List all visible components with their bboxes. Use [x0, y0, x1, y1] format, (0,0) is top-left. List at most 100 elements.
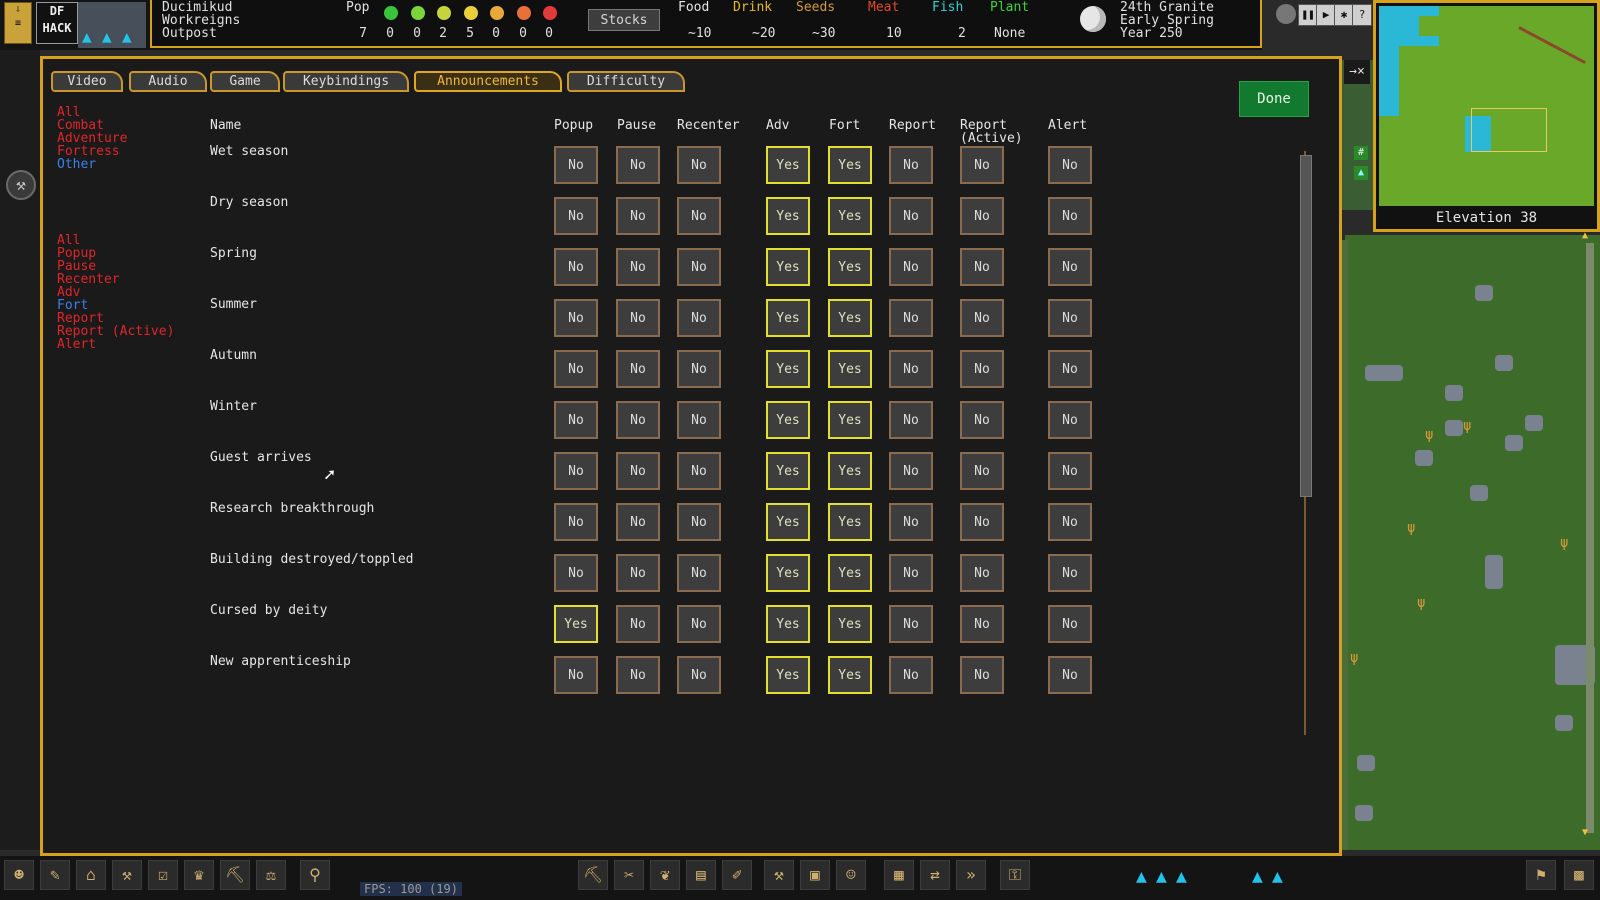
- toggle-popup-button[interactable]: No: [554, 452, 598, 490]
- toggle-adv-button[interactable]: Yes: [766, 554, 810, 592]
- toggle-popup-button[interactable]: No: [554, 656, 598, 694]
- search-icon[interactable]: ⚲: [300, 860, 330, 890]
- toggle-popup-button[interactable]: No: [554, 503, 598, 541]
- scroll-thumb[interactable]: [1300, 155, 1312, 497]
- toggle-recenter-button[interactable]: No: [677, 605, 721, 643]
- toggle-adv-button[interactable]: Yes: [766, 401, 810, 439]
- toggle-recenter-button[interactable]: No: [677, 146, 721, 184]
- close-map-icon[interactable]: →×: [1344, 60, 1370, 84]
- toggle-pause-button[interactable]: No: [616, 299, 660, 337]
- toggle-popup-button[interactable]: No: [554, 299, 598, 337]
- toggle-adv-button[interactable]: Yes: [766, 605, 810, 643]
- toggle-alert-button[interactable]: No: [1048, 503, 1092, 541]
- toggle-alert-button[interactable]: No: [1048, 452, 1092, 490]
- toggle-recenter-button[interactable]: No: [677, 197, 721, 235]
- toggle-fort-button[interactable]: Yes: [828, 656, 872, 694]
- toggle-alert-button[interactable]: No: [1048, 248, 1092, 286]
- toggle-popup-button[interactable]: No: [554, 197, 598, 235]
- toggle-alert-button[interactable]: No: [1048, 401, 1092, 439]
- filter-alert[interactable]: Alert: [57, 338, 96, 351]
- stressed-face-icon[interactable]: [490, 6, 504, 20]
- toggle-recenter-button[interactable]: No: [677, 350, 721, 388]
- population-label[interactable]: Pop: [346, 1, 369, 14]
- toggle-popup-button[interactable]: No: [554, 248, 598, 286]
- toggle-report-button[interactable]: No: [889, 656, 933, 694]
- map-scrollbar[interactable]: [1586, 243, 1594, 833]
- scroll-down-icon[interactable]: ▼: [1582, 827, 1588, 838]
- toggle-adv-button[interactable]: Yes: [766, 656, 810, 694]
- tab-game[interactable]: Game: [210, 71, 280, 92]
- toggle-adv-button[interactable]: Yes: [766, 248, 810, 286]
- dialog-scrollbar[interactable]: [1298, 145, 1312, 745]
- toggle-popup-button[interactable]: No: [554, 554, 598, 592]
- toggle-pause-button[interactable]: No: [616, 401, 660, 439]
- toggle-fort-button[interactable]: Yes: [828, 605, 872, 643]
- unhappy-face-icon[interactable]: [517, 6, 531, 20]
- toggle-report-active-button[interactable]: No: [960, 299, 1004, 337]
- toggle-recenter-button[interactable]: No: [677, 401, 721, 439]
- toggle-alert-button[interactable]: No: [1048, 656, 1092, 694]
- minimap-viewport[interactable]: [1471, 108, 1547, 152]
- fast-forward-icon[interactable]: »: [956, 860, 986, 890]
- toggle-alert-button[interactable]: No: [1048, 554, 1092, 592]
- filter-other[interactable]: Other: [57, 158, 96, 171]
- toggle-adv-button[interactable]: Yes: [766, 452, 810, 490]
- chop-icon[interactable]: ✂: [614, 860, 644, 890]
- stocks-button[interactable]: Stocks: [588, 9, 660, 31]
- toggle-report-active-button[interactable]: No: [960, 503, 1004, 541]
- toggle-alert-button[interactable]: No: [1048, 146, 1092, 184]
- tab-video[interactable]: Video: [51, 71, 123, 92]
- hammer-icon[interactable]: ⚒: [112, 860, 142, 890]
- game-map-view[interactable]: ψ ψ ψ ψ ψ ψ ψ ▲ ▼: [1335, 230, 1600, 850]
- tab-audio[interactable]: Audio: [129, 71, 207, 92]
- toggle-pause-button[interactable]: No: [616, 554, 660, 592]
- toggle-report-button[interactable]: No: [889, 401, 933, 439]
- zones-grid-icon[interactable]: ▦: [884, 860, 914, 890]
- minimap[interactable]: [1379, 6, 1594, 206]
- dfhack-menu-icon[interactable]: ⇩ ≡: [4, 2, 32, 44]
- toggle-pause-button[interactable]: No: [616, 452, 660, 490]
- toggle-popup-button[interactable]: No: [554, 146, 598, 184]
- toggle-fort-button[interactable]: Yes: [828, 248, 872, 286]
- toggle-alert-button[interactable]: No: [1048, 605, 1092, 643]
- toggle-fort-button[interactable]: Yes: [828, 146, 872, 184]
- lock-icon[interactable]: ⚿: [1000, 860, 1030, 890]
- gather-icon[interactable]: ❦: [650, 860, 680, 890]
- circle-icon[interactable]: [1276, 4, 1296, 24]
- toggle-popup-button[interactable]: No: [554, 350, 598, 388]
- toggle-report-button[interactable]: No: [889, 503, 933, 541]
- zones-icon[interactable]: ⌂: [76, 860, 106, 890]
- toggle-adv-button[interactable]: Yes: [766, 299, 810, 337]
- dig-icon[interactable]: ⛏: [578, 860, 608, 890]
- toggle-adv-button[interactable]: Yes: [766, 146, 810, 184]
- toggle-adv-button[interactable]: Yes: [766, 197, 810, 235]
- tab-keybindings[interactable]: Keybindings: [283, 71, 409, 92]
- toggle-report-active-button[interactable]: No: [960, 248, 1004, 286]
- toggle-report-active-button[interactable]: No: [960, 146, 1004, 184]
- smooth-icon[interactable]: ▤: [686, 860, 716, 890]
- toggle-report-active-button[interactable]: No: [960, 452, 1004, 490]
- toggle-recenter-button[interactable]: No: [677, 452, 721, 490]
- miserable-face-icon[interactable]: [543, 6, 557, 20]
- ecstatic-face-icon[interactable]: [384, 6, 398, 20]
- pause-icon[interactable]: ❚❚: [1298, 4, 1318, 26]
- toggle-pause-button[interactable]: No: [616, 146, 660, 184]
- toggle-report-active-button[interactable]: No: [960, 656, 1004, 694]
- grid-icon[interactable]: #: [1354, 146, 1368, 160]
- tasks-icon[interactable]: ☑: [148, 860, 178, 890]
- toggle-fort-button[interactable]: Yes: [828, 452, 872, 490]
- scroll-up-icon[interactable]: ▲: [1582, 230, 1588, 241]
- toggle-popup-button[interactable]: Yes: [554, 605, 598, 643]
- gear-icon[interactable]: ✱: [1334, 4, 1354, 26]
- toggle-adv-button[interactable]: Yes: [766, 503, 810, 541]
- build-icon[interactable]: ⚒: [764, 860, 794, 890]
- toggle-report-active-button[interactable]: No: [960, 350, 1004, 388]
- crown-icon[interactable]: ♛: [184, 860, 214, 890]
- dfhack-logo[interactable]: DF HACK: [36, 2, 78, 44]
- pickaxe-icon[interactable]: ⛏: [220, 860, 250, 890]
- toggle-report-button[interactable]: No: [889, 197, 933, 235]
- toggle-report-button[interactable]: No: [889, 248, 933, 286]
- toggle-report-active-button[interactable]: No: [960, 197, 1004, 235]
- toggle-report-button[interactable]: No: [889, 350, 933, 388]
- done-button[interactable]: Done: [1239, 81, 1309, 117]
